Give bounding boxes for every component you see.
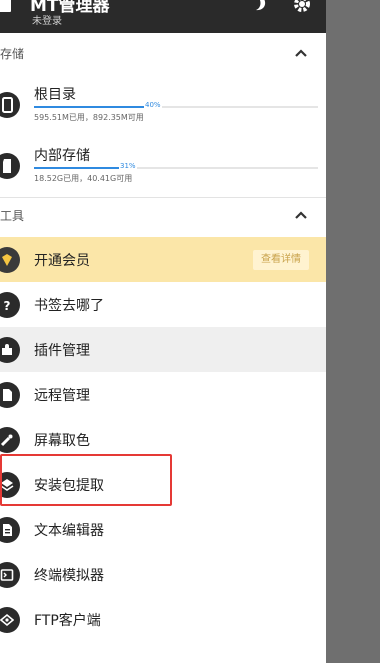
drawer-header: MT管理器 未登录 xyxy=(0,0,326,33)
storage-progress: 40% xyxy=(34,101,318,109)
phone-icon xyxy=(0,92,20,118)
highlight-annotation-box xyxy=(0,454,172,506)
tool-label: 文本编辑器 xyxy=(34,523,104,539)
eyedropper-icon xyxy=(0,427,20,453)
section-title-storage: 存储 xyxy=(0,47,25,61)
storage-usage: 595.51M已用，892.35M可用 xyxy=(34,113,144,122)
storage-percent: 40% xyxy=(144,101,162,109)
navigation-drawer: MT管理器 未登录 存储 根目录 40% 595.51M已用，892.35M可用… xyxy=(0,0,326,663)
tool-label: 开通会员 xyxy=(34,253,90,269)
tools-section-header[interactable]: 工具 xyxy=(0,198,326,234)
section-title-tools: 工具 xyxy=(0,209,25,223)
storage-item-root[interactable]: 根目录 40% 595.51M已用，892.35M可用 xyxy=(0,80,326,132)
night-mode-icon[interactable] xyxy=(250,0,270,14)
tool-label: 插件管理 xyxy=(34,343,90,359)
chevron-up-icon[interactable] xyxy=(294,48,308,58)
drawer-scrim[interactable] xyxy=(326,0,380,663)
view-details-button[interactable]: 查看详情 xyxy=(253,250,309,270)
tool-item-remote[interactable]: 远程管理 xyxy=(0,372,326,417)
ftp-icon xyxy=(0,607,20,633)
tool-item-text-editor[interactable]: 文本编辑器 xyxy=(0,507,326,552)
tool-label: 屏幕取色 xyxy=(34,433,90,449)
chevron-up-icon[interactable] xyxy=(294,210,308,220)
tool-item-vip[interactable]: 开通会员 查看详情 xyxy=(0,237,326,282)
storage-section-header[interactable]: 存储 xyxy=(0,36,326,72)
tool-label: 书签去哪了 xyxy=(34,298,104,314)
svg-text:?: ? xyxy=(4,299,11,312)
vip-gem-icon xyxy=(0,247,20,273)
question-icon: ? xyxy=(0,292,20,318)
tool-label: 终端模拟器 xyxy=(34,568,104,584)
storage-item-internal[interactable]: 内部存储 31% 18.52G已用，40.41G可用 xyxy=(0,141,326,193)
storage-name: 根目录 xyxy=(34,87,76,103)
storage-progress: 31% xyxy=(34,162,318,170)
tool-item-plugins[interactable]: 插件管理 xyxy=(0,327,326,372)
login-status[interactable]: 未登录 xyxy=(32,12,62,27)
tool-item-ftp[interactable]: FTP客户端 xyxy=(0,597,326,642)
file-icon xyxy=(0,382,20,408)
storage-name: 内部存储 xyxy=(34,148,90,164)
tool-item-terminal[interactable]: 终端模拟器 xyxy=(0,552,326,597)
gear-icon[interactable] xyxy=(292,0,312,14)
storage-usage: 18.52G已用，40.41G可用 xyxy=(34,174,133,183)
android-logo-icon xyxy=(0,0,11,12)
text-file-icon xyxy=(0,517,20,543)
puzzle-icon xyxy=(0,337,20,363)
tool-item-bookmarks[interactable]: ? 书签去哪了 xyxy=(0,282,326,327)
terminal-icon xyxy=(0,562,20,588)
tool-label: 远程管理 xyxy=(34,388,90,404)
storage-percent: 31% xyxy=(119,162,137,170)
sdcard-icon xyxy=(0,153,20,179)
tool-label: FTP客户端 xyxy=(34,613,101,629)
